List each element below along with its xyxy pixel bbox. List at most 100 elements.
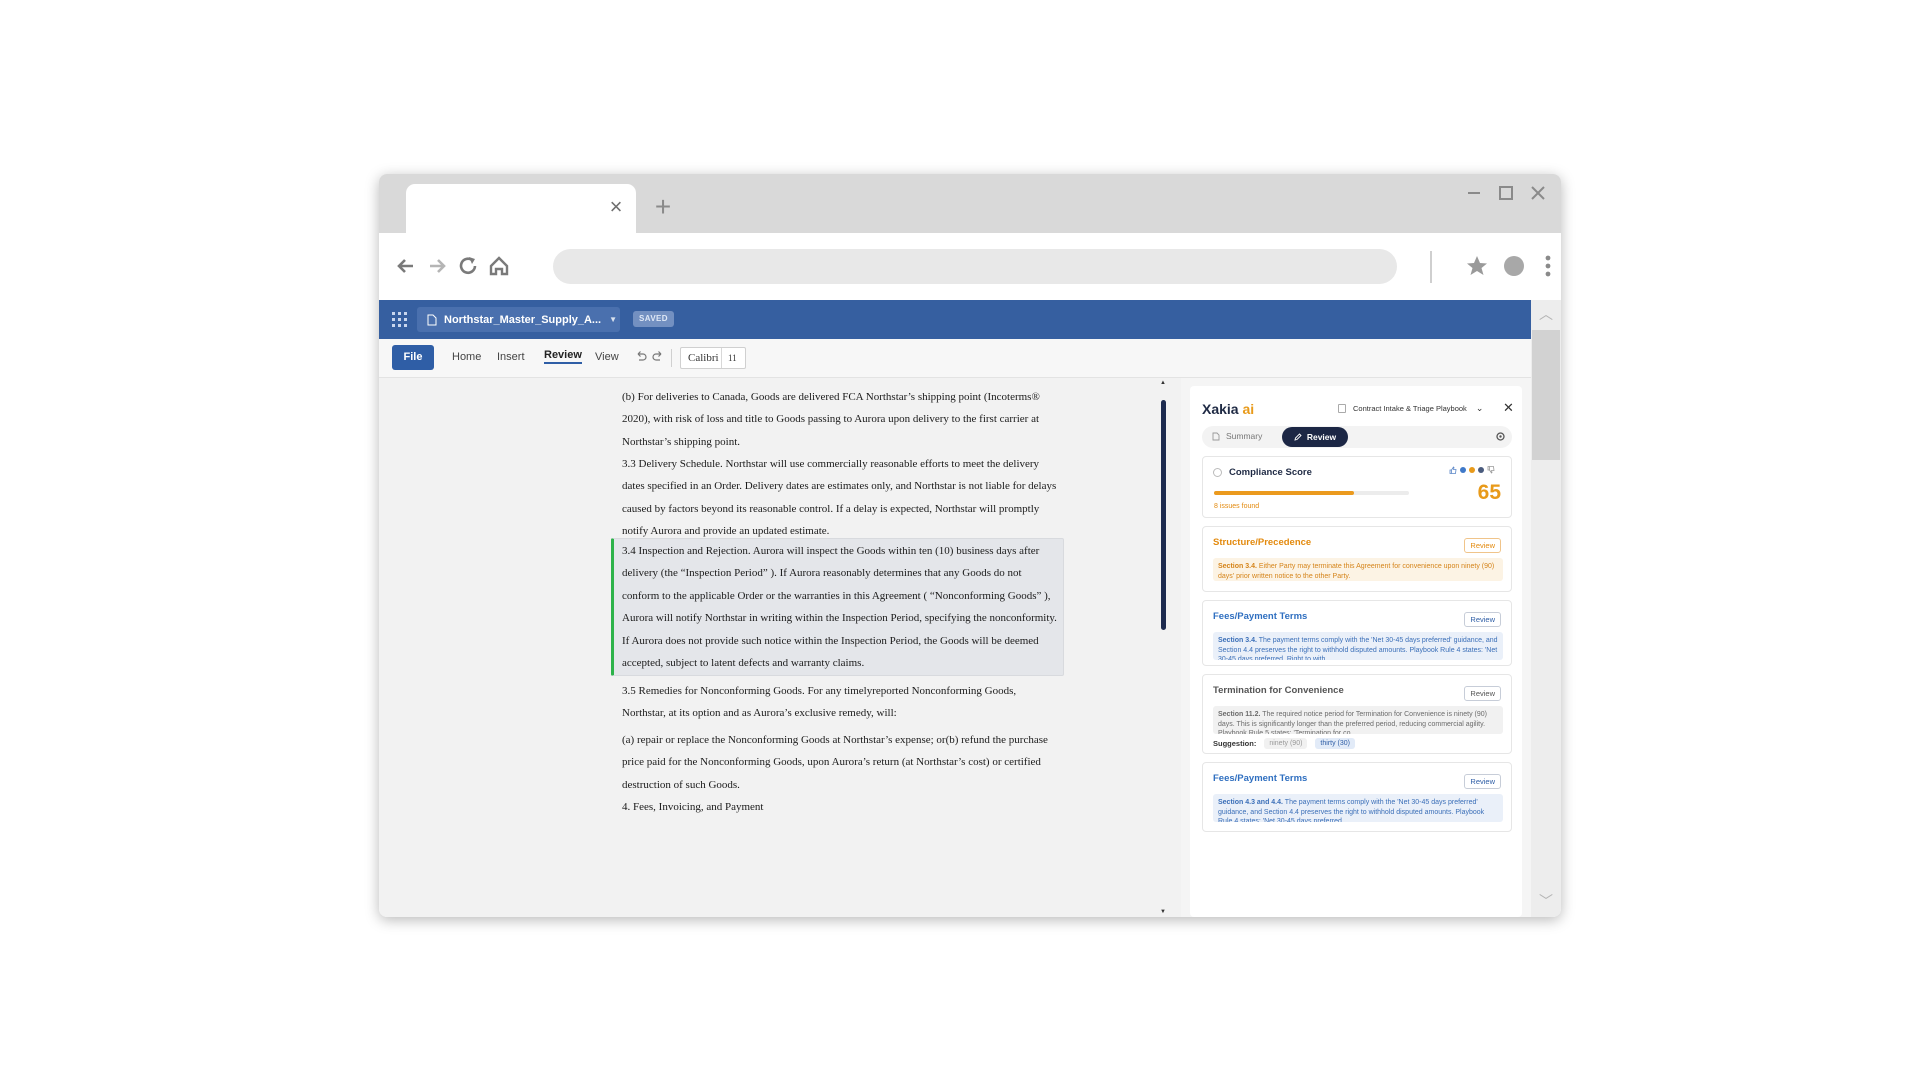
thumbs-up-icon[interactable] xyxy=(1449,466,1457,474)
close-icon[interactable]: ✕ xyxy=(1503,401,1514,414)
close-icon[interactable]: × xyxy=(606,196,626,218)
chevron-up-icon[interactable]: ︿ xyxy=(1538,307,1554,321)
address-bar[interactable] xyxy=(553,249,1397,284)
highlighted-paragraph[interactable]: 3.4 Inspection and Rejection. Aurora wil… xyxy=(611,538,1064,677)
file-name-chip[interactable]: Northstar_Master_Supply_A... ▼ xyxy=(417,307,620,332)
issue-title: Termination for Convenience xyxy=(1213,685,1344,696)
issue-excerpt: Section 11.2. The required notice period… xyxy=(1213,706,1503,734)
doc-paragraph: (b) For deliveries to Canada, Goods are … xyxy=(622,391,1040,448)
menu-insert[interactable]: Insert xyxy=(497,351,525,363)
compliance-progress xyxy=(1214,491,1409,495)
window-close-icon[interactable] xyxy=(1527,182,1549,204)
gear-icon[interactable] xyxy=(1495,431,1506,442)
reload-icon[interactable] xyxy=(455,253,481,279)
file-name: Northstar_Master_Supply_A... xyxy=(444,313,602,326)
doc-heading: 4. Fees, Invoicing, and Payment xyxy=(622,801,764,813)
issue-card[interactable]: Termination for Convenience Review Secti… xyxy=(1202,674,1512,754)
back-icon[interactable] xyxy=(393,253,419,279)
scroll-thumb[interactable] xyxy=(1161,400,1166,630)
app-grid-icon[interactable] xyxy=(392,312,407,327)
minimize-icon[interactable] xyxy=(1463,182,1485,204)
document-area[interactable]: (b) For deliveries to Canada, Goods are … xyxy=(379,378,1176,917)
saved-badge: SAVED xyxy=(633,311,674,327)
thumbs-down-icon[interactable] xyxy=(1487,466,1495,474)
browser-toolbar xyxy=(379,233,1561,300)
app-bar: Northstar_Master_Supply_A... ▼ SAVED xyxy=(379,300,1531,339)
issue-text: Either Party may terminate this Agreemen… xyxy=(1218,563,1495,580)
scroll-up-icon[interactable]: ▲ xyxy=(1160,380,1166,386)
doc-paragraph: 3.5 Remedies for Nonconforming Goods. Fo… xyxy=(622,685,1017,720)
undo-icon[interactable] xyxy=(634,350,648,364)
playbook-selector[interactable]: Contract Intake & Triage Playbook ⌄ xyxy=(1338,398,1498,418)
issue-card[interactable]: Structure/Precedence Review Section 3.4.… xyxy=(1202,526,1512,592)
tab-strip: × + xyxy=(379,174,1561,233)
issue-section: Section 3.4. xyxy=(1218,563,1257,570)
issue-excerpt: Section 3.4. Either Party may terminate … xyxy=(1213,558,1503,581)
issue-title: Fees/Payment Terms xyxy=(1213,611,1308,622)
menu-home[interactable]: Home xyxy=(452,351,481,363)
ai-sidebar: Xakia ai Contract Intake & Triage Playbo… xyxy=(1181,378,1531,917)
compliance-score-card: Compliance Score 65 8 issues found xyxy=(1202,456,1512,518)
tab-summary-label: Summary xyxy=(1226,431,1263,441)
more-menu-icon[interactable] xyxy=(1535,253,1561,279)
redo-icon[interactable] xyxy=(651,350,665,364)
review-button[interactable]: Review xyxy=(1464,774,1501,789)
forward-icon[interactable] xyxy=(424,253,450,279)
issue-card[interactable]: Fees/Payment Terms Review Section 4.3 an… xyxy=(1202,762,1512,832)
tab-review[interactable]: Review xyxy=(1282,427,1348,447)
browser-tab[interactable]: × xyxy=(406,184,636,233)
logo-text: Xakia xyxy=(1202,401,1239,417)
issue-title: Structure/Precedence xyxy=(1213,537,1312,548)
review-button[interactable]: Review xyxy=(1464,686,1501,701)
browser-window: × + Northstar_Master_Supply_A... ▼ SAVED… xyxy=(379,174,1561,917)
score-info-icon xyxy=(1213,468,1222,477)
document-icon xyxy=(427,314,437,325)
compliance-title: Compliance Score xyxy=(1229,467,1312,478)
home-icon[interactable] xyxy=(486,253,512,279)
issue-card[interactable]: Fees/Payment Terms Review Section 3.4. T… xyxy=(1202,600,1512,666)
profile-icon[interactable] xyxy=(1501,253,1527,279)
suggestion-label: Suggestion: xyxy=(1213,739,1257,748)
word-app: Northstar_Master_Supply_A... ▼ SAVED Fil… xyxy=(379,300,1531,917)
star-icon[interactable] xyxy=(1464,253,1490,279)
xakia-logo: Xakia ai xyxy=(1202,401,1254,417)
doc-paragraph: (a) repair or replace the Nonconforming … xyxy=(622,734,1048,791)
scroll-down-icon[interactable]: ▼ xyxy=(1160,909,1166,915)
page-scroll-thumb[interactable] xyxy=(1532,330,1560,460)
font-name: Calibri xyxy=(688,352,719,364)
menu-review[interactable]: Review xyxy=(544,349,582,364)
chevron-down-icon[interactable]: ﹀ xyxy=(1538,894,1554,908)
suggestion-new-value[interactable]: thirty (30) xyxy=(1315,738,1355,749)
issue-section: Section 3.4. xyxy=(1218,637,1257,644)
status-dot-orange xyxy=(1469,467,1475,473)
document-scrollbar[interactable]: ▲ ▼ xyxy=(1160,378,1166,917)
tab-summary[interactable]: Summary xyxy=(1212,431,1262,441)
font-selector[interactable]: Calibri 11 xyxy=(680,347,746,369)
compliance-progress-fill xyxy=(1214,491,1355,495)
menu-view[interactable]: View xyxy=(595,351,619,363)
issue-section: Section 4.3 and 4.4. xyxy=(1218,799,1283,806)
feedback-controls xyxy=(1449,466,1495,474)
file-button[interactable]: File xyxy=(392,345,434,370)
suggestion-row: Suggestion: ninety (90) thirty (30) xyxy=(1213,738,1355,749)
chevron-down-icon: ⌄ xyxy=(1475,402,1484,413)
maximize-icon[interactable] xyxy=(1495,182,1517,204)
issue-title: Fees/Payment Terms xyxy=(1213,773,1308,784)
status-dot-navy xyxy=(1478,467,1484,473)
chevron-down-icon: ▼ xyxy=(609,315,618,324)
compliance-score: 65 xyxy=(1477,481,1501,504)
review-button[interactable]: Review xyxy=(1464,538,1501,553)
issue-section: Section 11.2. xyxy=(1218,711,1261,718)
logo-ai: ai xyxy=(1242,401,1255,417)
playbook-icon xyxy=(1338,403,1346,413)
suggestion-old-value: ninety (90) xyxy=(1264,738,1308,749)
new-tab-icon[interactable]: + xyxy=(651,193,675,221)
review-button[interactable]: Review xyxy=(1464,612,1501,627)
sidebar-tabs: Summary Review xyxy=(1202,426,1512,448)
page-scrollbar[interactable]: ︿ ﹀ xyxy=(1531,300,1561,917)
ribbon-divider xyxy=(671,349,672,367)
font-size[interactable]: 11 xyxy=(728,353,737,363)
toolbar-divider xyxy=(1430,251,1432,283)
ribbon: File Home Insert Review View Calibri 11 xyxy=(379,339,1531,378)
doc-paragraph: 3.3 Delivery Schedule. Northstar will us… xyxy=(622,458,1057,538)
